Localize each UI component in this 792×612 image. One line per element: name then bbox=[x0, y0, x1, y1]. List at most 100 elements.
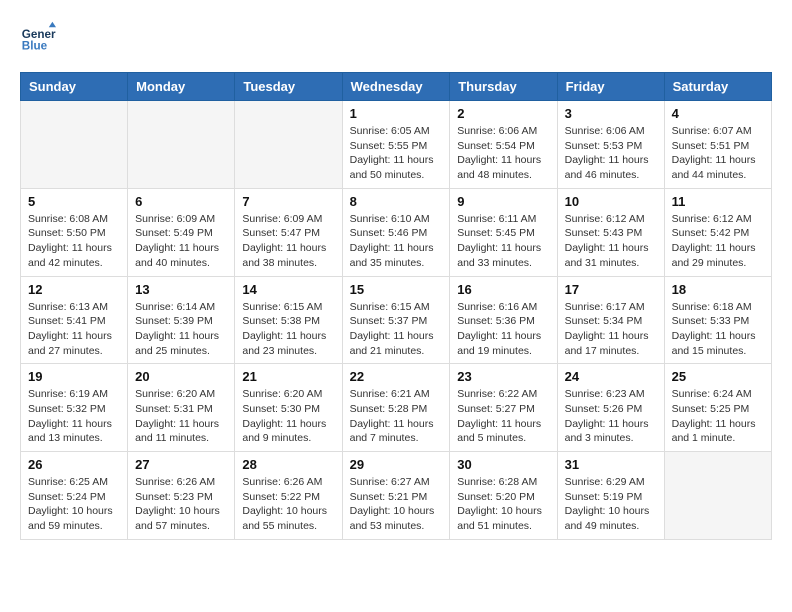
logo: General Blue bbox=[20, 20, 62, 56]
calendar-cell: 14Sunrise: 6:15 AMSunset: 5:38 PMDayligh… bbox=[235, 276, 342, 364]
week-row-3: 12 Sunrise: 6:13 AMSunset: 5:41 PMDayligh… bbox=[21, 276, 772, 364]
calendar-header-row: SundayMondayTuesdayWednesdayThursdayFrid… bbox=[21, 73, 772, 101]
calendar-cell: 15 Sunrise: 6:15 AMSunset: 5:37 PMDayligh… bbox=[342, 276, 450, 364]
day-info: Sunrise: 6:10 AMSunset: 5:46 PMDaylight:… bbox=[350, 212, 443, 271]
day-info: Sunrise: 6:26 AMSunset: 5:22 PMDaylight:… bbox=[242, 475, 334, 534]
day-number: 30 bbox=[457, 457, 549, 472]
calendar-cell: 4 Sunrise: 6:07 AMSunset: 5:51 PMDaylight… bbox=[664, 101, 771, 189]
day-number: 19 bbox=[28, 369, 120, 384]
day-number: 16 bbox=[457, 282, 549, 297]
calendar-cell: 11 Sunrise: 6:12 AMSunset: 5:42 PMDayligh… bbox=[664, 188, 771, 276]
calendar-cell: 30 Sunrise: 6:28 AMSunset: 5:20 PMDayligh… bbox=[450, 452, 557, 540]
week-row-2: 5 Sunrise: 6:08 AMSunset: 5:50 PMDaylight… bbox=[21, 188, 772, 276]
day-info: Sunrise: 6:05 AMSunset: 5:55 PMDaylight:… bbox=[350, 124, 443, 183]
day-number: 29 bbox=[350, 457, 443, 472]
day-number: 24 bbox=[565, 369, 657, 384]
calendar-cell: 26 Sunrise: 6:25 AMSunset: 5:24 PMDayligh… bbox=[21, 452, 128, 540]
day-info: Sunrise: 6:17 AMSunset: 5:34 PMDaylight:… bbox=[565, 300, 657, 359]
day-number: 15 bbox=[350, 282, 443, 297]
day-info: Sunrise: 6:06 AMSunset: 5:54 PMDaylight:… bbox=[457, 124, 549, 183]
calendar-table: SundayMondayTuesdayWednesdayThursdayFrid… bbox=[20, 72, 772, 540]
day-info: Sunrise: 6:12 AMSunset: 5:42 PMDaylight:… bbox=[672, 212, 764, 271]
day-number: 11 bbox=[672, 194, 764, 209]
day-info: Sunrise: 6:25 AMSunset: 5:24 PMDaylight:… bbox=[28, 475, 120, 534]
page-header: General Blue bbox=[20, 20, 772, 56]
calendar-cell: 12 Sunrise: 6:13 AMSunset: 5:41 PMDayligh… bbox=[21, 276, 128, 364]
calendar-cell bbox=[128, 101, 235, 189]
calendar-cell: 28 Sunrise: 6:26 AMSunset: 5:22 PMDayligh… bbox=[235, 452, 342, 540]
day-info: Sunrise: 6:22 AMSunset: 5:27 PMDaylight:… bbox=[457, 387, 549, 446]
calendar-cell: 13Sunrise: 6:14 AMSunset: 5:39 PMDayligh… bbox=[128, 276, 235, 364]
day-info: Sunrise: 6:16 AMSunset: 5:36 PMDaylight:… bbox=[457, 300, 549, 359]
calendar-cell: 21Sunrise: 6:20 AMSunset: 5:30 PMDayligh… bbox=[235, 364, 342, 452]
calendar-cell: 7 Sunrise: 6:09 AMSunset: 5:47 PMDaylight… bbox=[235, 188, 342, 276]
calendar-cell: 9 Sunrise: 6:11 AMSunset: 5:45 PMDaylight… bbox=[450, 188, 557, 276]
day-info: Sunrise: 6:29 AMSunset: 5:19 PMDaylight:… bbox=[565, 475, 657, 534]
day-info: Sunrise: 6:09 AMSunset: 5:49 PMDaylight:… bbox=[135, 212, 227, 271]
day-number: 4 bbox=[672, 106, 764, 121]
logo-icon: General Blue bbox=[20, 20, 56, 56]
day-number: 28 bbox=[242, 457, 334, 472]
day-number: 8 bbox=[350, 194, 443, 209]
calendar-cell: 2Sunrise: 6:06 AMSunset: 5:54 PMDaylight… bbox=[450, 101, 557, 189]
day-info: Sunrise: 6:28 AMSunset: 5:20 PMDaylight:… bbox=[457, 475, 549, 534]
day-info: Sunrise: 6:12 AMSunset: 5:43 PMDaylight:… bbox=[565, 212, 657, 271]
day-number: 26 bbox=[28, 457, 120, 472]
day-number: 9 bbox=[457, 194, 549, 209]
calendar-cell: 29Sunrise: 6:27 AMSunset: 5:21 PMDayligh… bbox=[342, 452, 450, 540]
calendar-cell: 3Sunrise: 6:06 AMSunset: 5:53 PMDaylight… bbox=[557, 101, 664, 189]
calendar-cell: 23 Sunrise: 6:22 AMSunset: 5:27 PMDayligh… bbox=[450, 364, 557, 452]
day-number: 5 bbox=[28, 194, 120, 209]
calendar-header-thursday: Thursday bbox=[450, 73, 557, 101]
day-number: 10 bbox=[565, 194, 657, 209]
day-info: Sunrise: 6:11 AMSunset: 5:45 PMDaylight:… bbox=[457, 212, 549, 271]
calendar-cell: 22Sunrise: 6:21 AMSunset: 5:28 PMDayligh… bbox=[342, 364, 450, 452]
day-info: Sunrise: 6:07 AMSunset: 5:51 PMDaylight:… bbox=[672, 124, 764, 183]
week-row-1: 1 Sunrise: 6:05 AMSunset: 5:55 PMDaylight… bbox=[21, 101, 772, 189]
day-info: Sunrise: 6:08 AMSunset: 5:50 PMDaylight:… bbox=[28, 212, 120, 271]
day-number: 22 bbox=[350, 369, 443, 384]
week-row-5: 26 Sunrise: 6:25 AMSunset: 5:24 PMDayligh… bbox=[21, 452, 772, 540]
day-info: Sunrise: 6:19 AMSunset: 5:32 PMDaylight:… bbox=[28, 387, 120, 446]
calendar-header-friday: Friday bbox=[557, 73, 664, 101]
calendar-cell: 25Sunrise: 6:24 AMSunset: 5:25 PMDayligh… bbox=[664, 364, 771, 452]
day-info: Sunrise: 6:15 AMSunset: 5:37 PMDaylight:… bbox=[350, 300, 443, 359]
calendar-header-monday: Monday bbox=[128, 73, 235, 101]
calendar-cell: 19 Sunrise: 6:19 AMSunset: 5:32 PMDayligh… bbox=[21, 364, 128, 452]
day-info: Sunrise: 6:23 AMSunset: 5:26 PMDaylight:… bbox=[565, 387, 657, 446]
day-info: Sunrise: 6:18 AMSunset: 5:33 PMDaylight:… bbox=[672, 300, 764, 359]
day-number: 27 bbox=[135, 457, 227, 472]
day-number: 17 bbox=[565, 282, 657, 297]
day-info: Sunrise: 6:06 AMSunset: 5:53 PMDaylight:… bbox=[565, 124, 657, 183]
day-number: 23 bbox=[457, 369, 549, 384]
day-info: Sunrise: 6:09 AMSunset: 5:47 PMDaylight:… bbox=[242, 212, 334, 271]
svg-text:Blue: Blue bbox=[22, 40, 48, 53]
calendar-cell: 31 Sunrise: 6:29 AMSunset: 5:19 PMDayligh… bbox=[557, 452, 664, 540]
day-number: 18 bbox=[672, 282, 764, 297]
week-row-4: 19 Sunrise: 6:19 AMSunset: 5:32 PMDayligh… bbox=[21, 364, 772, 452]
day-number: 21 bbox=[242, 369, 334, 384]
calendar-cell: 27 Sunrise: 6:26 AMSunset: 5:23 PMDayligh… bbox=[128, 452, 235, 540]
day-info: Sunrise: 6:20 AMSunset: 5:31 PMDaylight:… bbox=[135, 387, 227, 446]
calendar-cell: 24 Sunrise: 6:23 AMSunset: 5:26 PMDayligh… bbox=[557, 364, 664, 452]
day-number: 25 bbox=[672, 369, 764, 384]
calendar-cell: 16 Sunrise: 6:16 AMSunset: 5:36 PMDayligh… bbox=[450, 276, 557, 364]
day-info: Sunrise: 6:13 AMSunset: 5:41 PMDaylight:… bbox=[28, 300, 120, 359]
day-number: 20 bbox=[135, 369, 227, 384]
calendar-cell: 5 Sunrise: 6:08 AMSunset: 5:50 PMDaylight… bbox=[21, 188, 128, 276]
calendar-cell: 17 Sunrise: 6:17 AMSunset: 5:34 PMDayligh… bbox=[557, 276, 664, 364]
calendar-cell: 18 Sunrise: 6:18 AMSunset: 5:33 PMDayligh… bbox=[664, 276, 771, 364]
day-number: 6 bbox=[135, 194, 227, 209]
calendar-header-wednesday: Wednesday bbox=[342, 73, 450, 101]
day-number: 31 bbox=[565, 457, 657, 472]
day-number: 12 bbox=[28, 282, 120, 297]
day-number: 7 bbox=[242, 194, 334, 209]
calendar-header-saturday: Saturday bbox=[664, 73, 771, 101]
day-number: 14 bbox=[242, 282, 334, 297]
day-number: 1 bbox=[350, 106, 443, 121]
calendar-cell: 6 Sunrise: 6:09 AMSunset: 5:49 PMDaylight… bbox=[128, 188, 235, 276]
calendar-header-sunday: Sunday bbox=[21, 73, 128, 101]
day-info: Sunrise: 6:26 AMSunset: 5:23 PMDaylight:… bbox=[135, 475, 227, 534]
day-number: 13 bbox=[135, 282, 227, 297]
calendar-cell bbox=[235, 101, 342, 189]
